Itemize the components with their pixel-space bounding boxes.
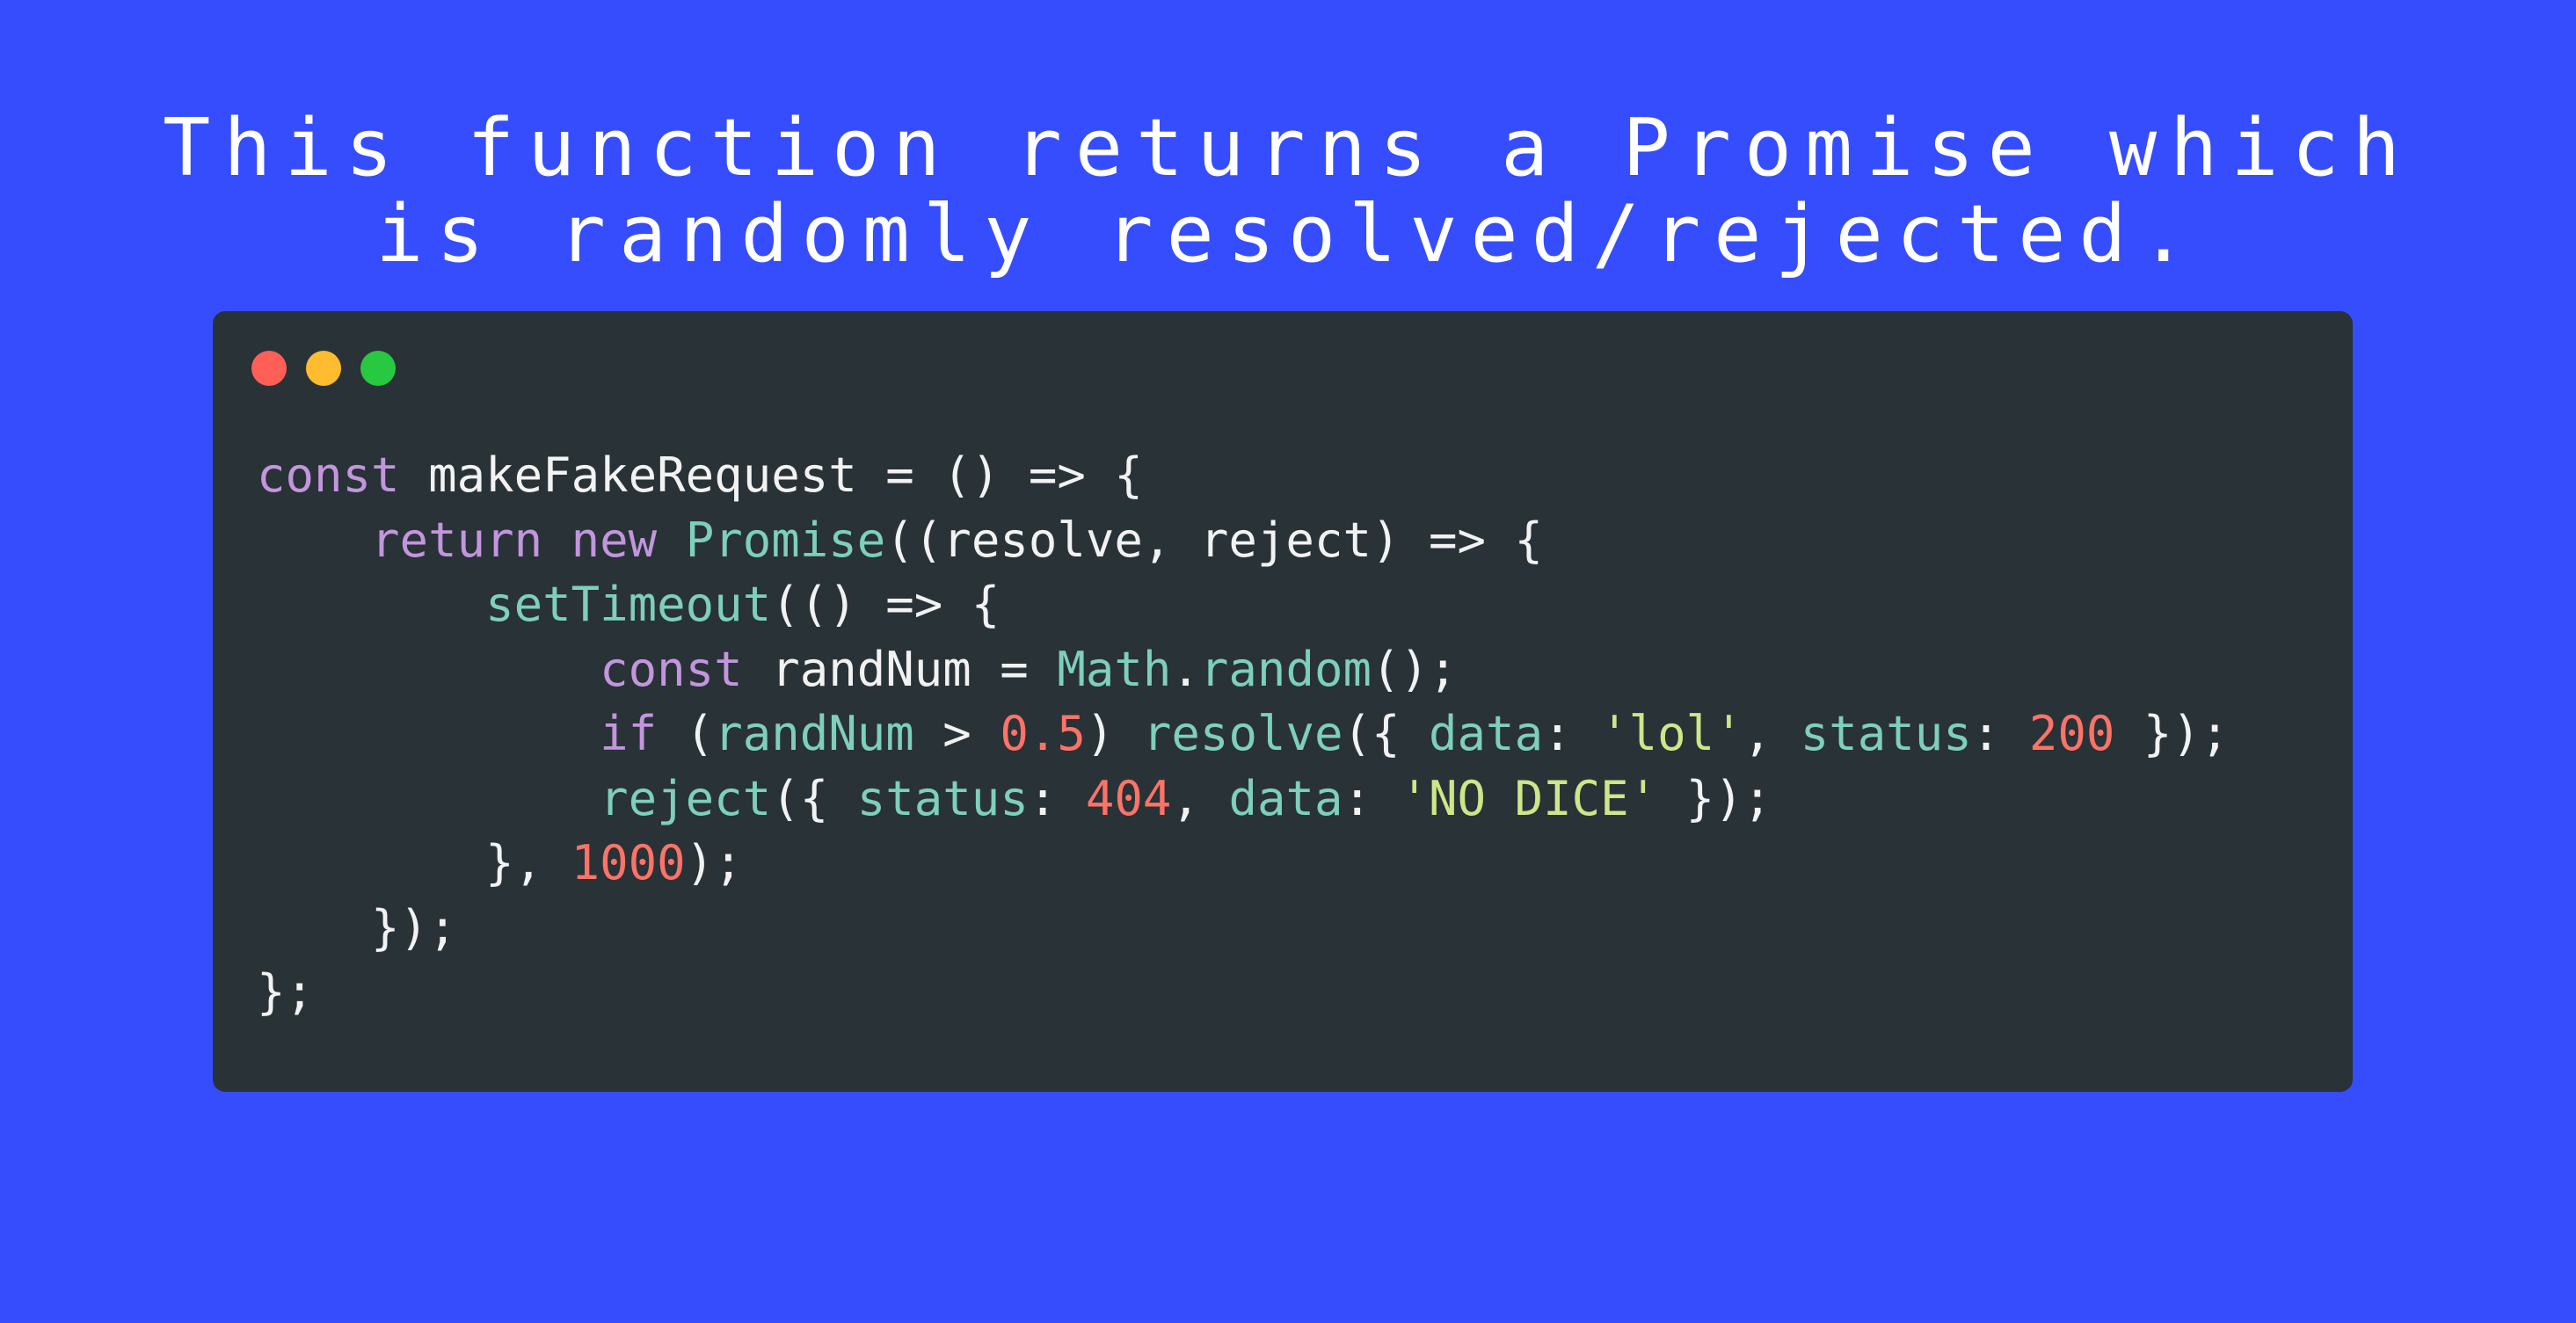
- code-token: 404: [1085, 770, 1172, 826]
- code-token: 'NO DICE': [1400, 770, 1658, 826]
- code-token: ,: [1743, 706, 1801, 761]
- code-token: randNum: [771, 641, 971, 697]
- code-token: );: [685, 835, 743, 890]
- code-token: new: [571, 512, 658, 568]
- code-token: (() => {: [771, 577, 1001, 632]
- code-window: const makeFakeRequest = () => { return n…: [213, 311, 2353, 1092]
- window-controls: [251, 351, 396, 386]
- code-token: ((resolve, reject) => {: [885, 512, 1544, 568]
- code-token: ({: [771, 770, 857, 826]
- code-line: });: [257, 896, 2229, 961]
- close-dot-icon[interactable]: [251, 351, 287, 386]
- code-token: ({: [1343, 706, 1430, 761]
- caption: This function returns a Promise which is…: [0, 105, 2576, 278]
- code-token: 200: [2028, 706, 2115, 761]
- code-token: random: [1199, 641, 1372, 697]
- code-token: },: [257, 835, 571, 890]
- code-token: =: [971, 641, 1058, 697]
- code-token: status: [856, 770, 1029, 826]
- code-line: if (randNum > 0.5) resolve({ data: 'lol'…: [257, 701, 2229, 767]
- code-token: :: [1543, 706, 1601, 761]
- code-token: data: [1429, 706, 1544, 761]
- code-token: 'lol': [1600, 706, 1743, 761]
- code-token: resolve: [1142, 706, 1343, 761]
- code-token: status: [1800, 706, 1972, 761]
- code-token: makeFakeRequest: [428, 447, 857, 503]
- code-token: Promise: [685, 512, 886, 568]
- code-token: :: [1343, 770, 1401, 826]
- code-token: if: [600, 706, 658, 761]
- code-token: ): [1085, 706, 1143, 761]
- code-token: :: [1028, 770, 1086, 826]
- code-token: 0.5: [1000, 706, 1086, 761]
- code-token: 1000: [571, 835, 686, 890]
- code-line: setTimeout(() => {: [257, 572, 2229, 637]
- code-line: };: [257, 960, 2229, 1025]
- code-token: const: [600, 641, 743, 697]
- code-token: });: [1657, 770, 1772, 826]
- code-line: const randNum = Math.random();: [257, 637, 2229, 702]
- caption-line-1: This function returns a Promise which: [163, 102, 2413, 194]
- code-token: ,: [1171, 770, 1229, 826]
- code-line: const makeFakeRequest = () => {: [257, 443, 2229, 508]
- code-token: setTimeout: [485, 577, 772, 632]
- code-token: >: [913, 706, 1001, 761]
- code-token: .: [1171, 641, 1200, 697]
- code-token: = () => {: [856, 447, 1143, 503]
- code-line: }, 1000);: [257, 831, 2229, 896]
- code-token: return: [371, 512, 543, 568]
- code-token: };: [257, 964, 315, 1020]
- code-token: reject: [600, 770, 772, 826]
- code-token: ();: [1371, 641, 1458, 697]
- code-token: Math: [1057, 641, 1172, 697]
- code-token: });: [257, 899, 457, 956]
- code-line: return new Promise((resolve, reject) => …: [257, 508, 2229, 573]
- minimize-dot-icon[interactable]: [306, 351, 341, 386]
- code-line: reject({ status: 404, data: 'NO DICE' })…: [257, 767, 2229, 832]
- code-token: const: [257, 447, 400, 503]
- code-token: (: [657, 706, 715, 761]
- code-block: const makeFakeRequest = () => { return n…: [257, 443, 2229, 1025]
- code-token: data: [1228, 770, 1343, 826]
- zoom-dot-icon[interactable]: [360, 351, 396, 386]
- code-token: randNum: [714, 706, 914, 761]
- caption-line-2: is randomly resolved/rejected.: [375, 188, 2201, 280]
- code-token: :: [1971, 706, 2029, 761]
- code-token: });: [2114, 706, 2230, 761]
